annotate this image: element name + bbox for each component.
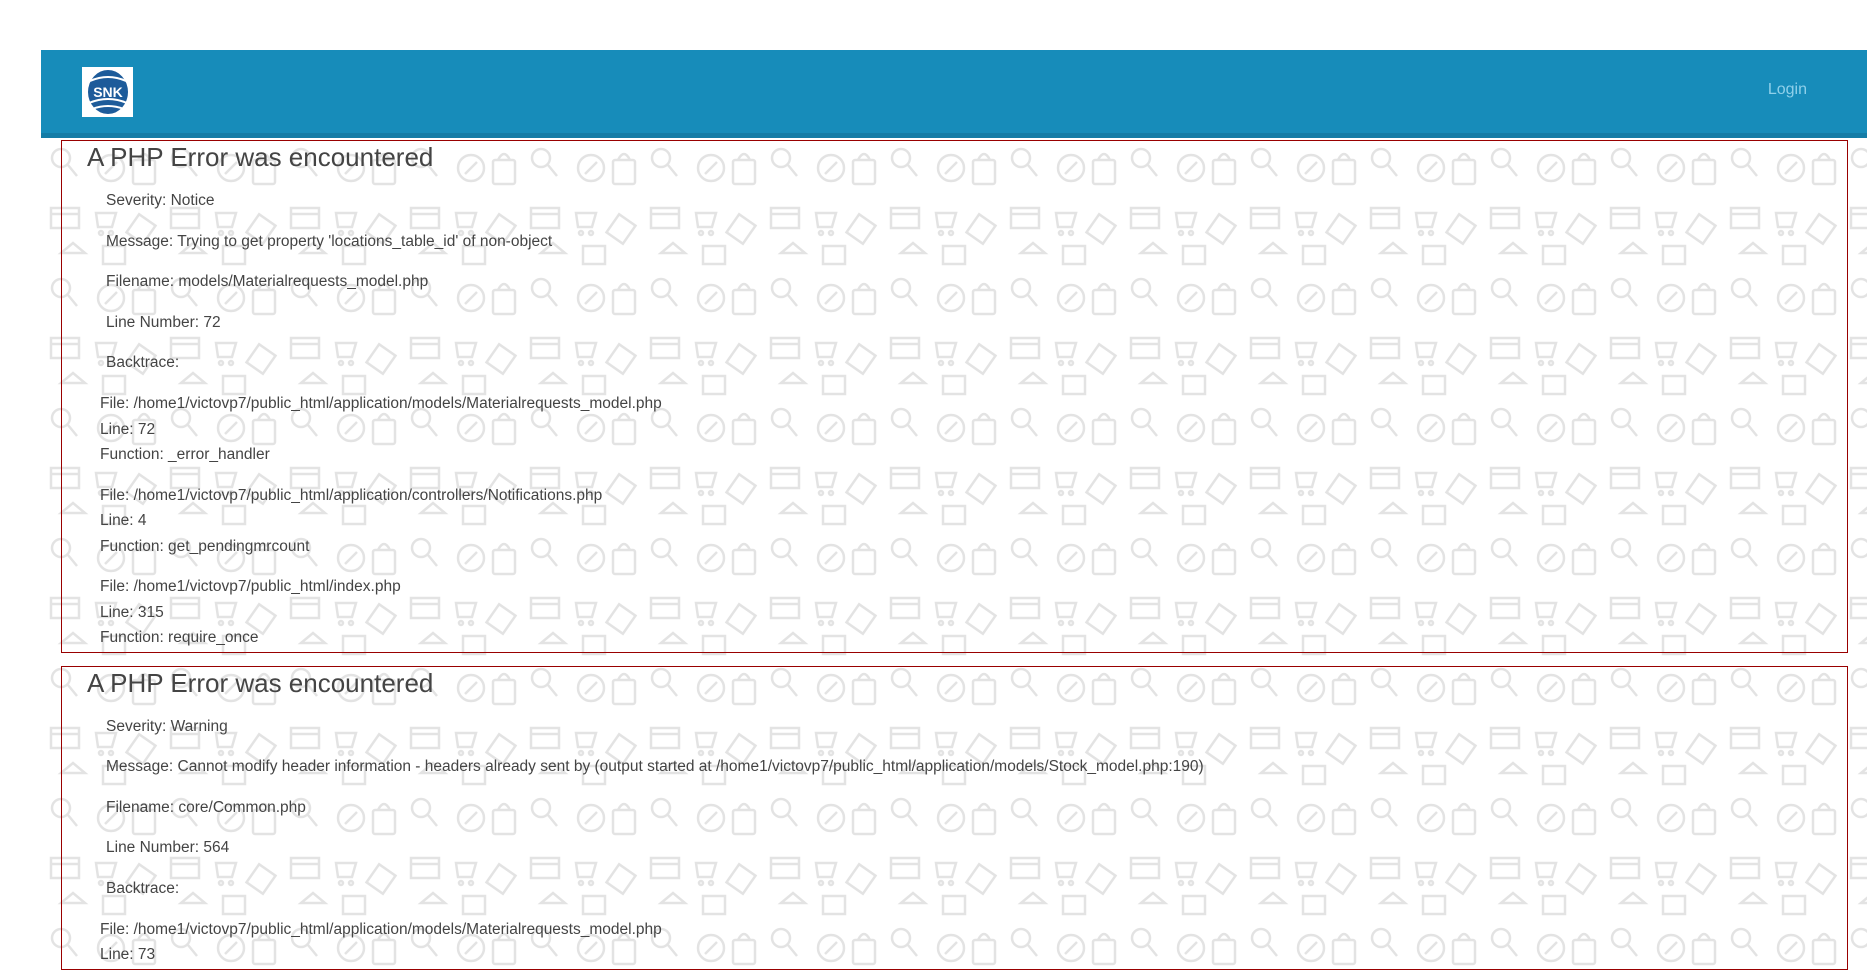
backtrace-function: Function: _error_handler [100,446,270,463]
error-filename: Filename: core/Common.php [106,798,306,816]
backtrace-file: File: /home1/victovp7/public_html/applic… [100,920,662,938]
backtrace-line: Line: 315 [100,603,164,621]
php-error-block: A PHP Error was encountered Severity: Wa… [61,665,1848,970]
snk-logo-icon: SNK [87,70,128,114]
backtrace-list: File: /home1/victovp7/public_html/applic… [62,391,1847,651]
error-line-number: Line Number: 564 [106,839,230,856]
error-severity: Severity: Notice [106,192,215,209]
error-backtrace-label: Backtrace: [106,354,180,371]
backtrace-file: File: /home1/victovp7/public_html/index.… [100,578,401,595]
error-content: A PHP Error was encountered Severity: No… [41,138,1867,970]
login-link[interactable]: Login [1768,81,1807,99]
error-message: Message: Cannot modify header informatio… [106,758,1204,775]
error-severity: Severity: Warning [106,717,228,735]
backtrace-line: Line: 4 [100,512,147,529]
backtrace-line: Line: 72 [100,420,156,438]
backtrace-entry: File: /home1/victovp7/public_html/index.… [100,574,1847,651]
php-error-block: A PHP Error was encountered Severity: No… [61,140,1848,653]
error-line-number: Line Number: 72 [106,313,221,331]
backtrace-file: File: /home1/victovp7/public_html/applic… [100,395,662,412]
snk-logo[interactable]: SNK [82,67,133,117]
error-title: A PHP Error was encountered [87,142,434,172]
backtrace-entry: File: /home1/victovp7/public_html/applic… [100,483,1847,560]
backtrace-function: Function: require_once [100,629,259,646]
error-backtrace-label: Backtrace: [106,879,180,897]
error-title: A PHP Error was encountered [87,667,434,698]
backtrace-list: File: /home1/victovp7/public_html/applic… [62,917,1847,968]
backtrace-entry: File: /home1/victovp7/public_html/applic… [100,917,1847,968]
navbar: SNK Login [41,50,1867,138]
backtrace-function: Function: get_pendingmrcount [100,537,310,555]
svg-text:SNK: SNK [93,84,123,100]
backtrace-entry: File: /home1/victovp7/public_html/applic… [100,391,1847,468]
backtrace-file: File: /home1/victovp7/public_html/applic… [100,486,603,504]
backtrace-line: Line: 73 [100,946,156,963]
error-message: Message: Trying to get property 'locatio… [106,232,553,250]
error-filename: Filename: models/Materialrequests_model.… [106,273,429,290]
